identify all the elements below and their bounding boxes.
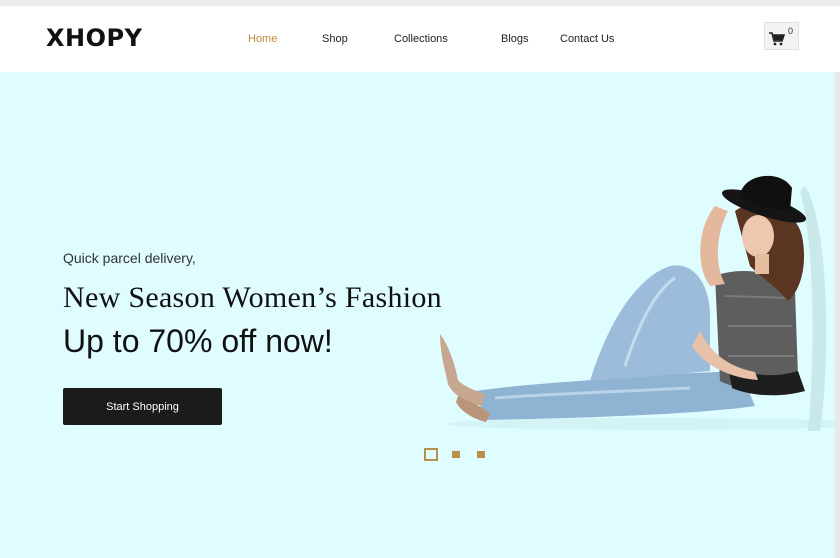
- page-scrollbar[interactable]: [835, 72, 840, 558]
- cart-icon: [769, 32, 785, 46]
- hero-banner: Quick parcel delivery, New Season Women’…: [0, 72, 835, 558]
- nav-contact-us[interactable]: Contact Us: [560, 33, 614, 45]
- nav-home[interactable]: Home: [248, 33, 277, 45]
- hero-model-image: [440, 175, 835, 431]
- slider-dot-3[interactable]: [477, 451, 485, 458]
- hero-subheadline: Up to 70% off now!: [63, 323, 333, 359]
- slider-dot-1[interactable]: [424, 448, 438, 461]
- hero-tagline: Quick parcel delivery,: [63, 250, 196, 266]
- hero-headline: New Season Women’s Fashion: [63, 281, 442, 314]
- site-logo[interactable]: XHOPY: [46, 24, 142, 52]
- start-shopping-button[interactable]: Start Shopping: [63, 388, 222, 425]
- slider-dot-2[interactable]: [452, 451, 460, 458]
- cart-count-badge: 0: [788, 26, 794, 36]
- nav-collections[interactable]: Collections: [394, 33, 448, 45]
- nav-shop[interactable]: Shop: [322, 33, 348, 45]
- nav-blogs[interactable]: Blogs: [501, 33, 529, 45]
- site-header: XHOPY Home Shop Collections Blogs Contac…: [0, 6, 840, 72]
- hero-slider-dots: [0, 448, 840, 462]
- cart-button[interactable]: 0: [764, 22, 799, 50]
